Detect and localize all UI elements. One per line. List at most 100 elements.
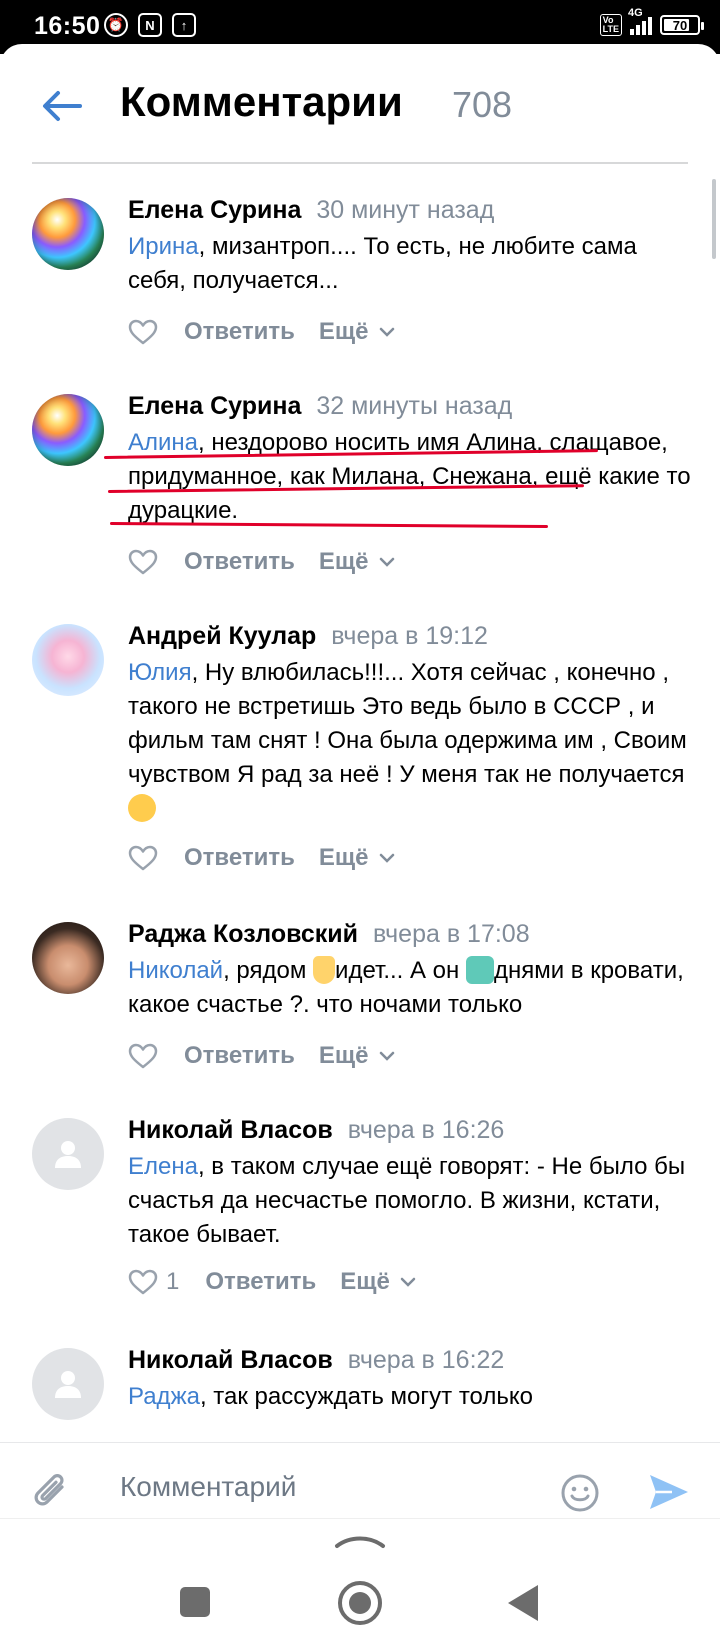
heart-icon	[128, 319, 158, 345]
more-button[interactable]: Ещё	[319, 1042, 395, 1070]
like-button[interactable]: 1	[128, 1268, 179, 1296]
comment-time[interactable]: вчера в 16:26	[348, 1116, 505, 1144]
comment-item: Николай Власов вчера в 16:26 Елена, в та…	[0, 1116, 720, 1316]
mention-link[interactable]: Алина	[128, 429, 198, 456]
comment-input[interactable]: Комментарий	[120, 1471, 296, 1503]
comment-text: Юлия, Ну влюбилась!!!... Хотя сейчас , к…	[128, 656, 698, 826]
reply-button[interactable]: Ответить	[184, 844, 295, 872]
comment-body: идет... А он	[335, 957, 466, 984]
status-notification-icons: ⏰ N ↑	[104, 13, 196, 37]
more-label: Ещё	[318, 318, 369, 345]
reply-button[interactable]: Ответить	[184, 1042, 295, 1070]
comment-time[interactable]: 32 минуты назад	[316, 392, 512, 420]
mention-link[interactable]: Юлия	[128, 659, 192, 686]
author-name[interactable]: Раджа Козловский	[128, 920, 358, 948]
upload-icon: ↑	[172, 13, 196, 37]
more-button[interactable]: Ещё	[319, 318, 395, 346]
system-back-button[interactable]	[508, 1585, 538, 1621]
send-icon[interactable]	[646, 1469, 692, 1515]
comment-count: 708	[452, 84, 513, 125]
avatar[interactable]	[32, 922, 104, 994]
avatar[interactable]	[32, 394, 104, 466]
comment-item: Николай Власов вчера в 16:22 Раджа, так …	[0, 1346, 720, 1442]
author-name[interactable]: Николай Власов	[128, 1346, 333, 1374]
comment-time[interactable]: вчера в 16:22	[348, 1346, 505, 1374]
reply-button[interactable]: Ответить	[205, 1268, 316, 1296]
heart-icon	[128, 1269, 158, 1295]
comment-actions: Ответить Ещё	[128, 844, 395, 872]
chevron-down-icon	[379, 853, 394, 863]
author-name[interactable]: Николай Власов	[128, 1116, 333, 1144]
comment-header: Андрей Куулар вчера в 19:12	[128, 622, 488, 651]
comment-header: Елена Сурина 30 минут назад	[128, 196, 494, 225]
user-placeholder-icon	[55, 1371, 81, 1398]
comment-body: , так рассуждать могут только	[199, 1383, 533, 1410]
comment-text: Елена, в таком случае ещё говорят: - Не …	[128, 1150, 698, 1252]
reply-button[interactable]: Ответить	[184, 548, 295, 576]
comments-list: Елена Сурина 30 минут назад Ирина, мизан…	[0, 164, 720, 1442]
emoji-smile-icon[interactable]	[560, 1473, 600, 1513]
user-placeholder-icon	[55, 1141, 81, 1168]
status-time: 16:50	[34, 12, 101, 40]
mention-link[interactable]: Елена	[128, 1153, 198, 1180]
comment-item: Раджа Козловский вчера в 17:08 Николай, …	[0, 920, 720, 1090]
comment-item: Елена Сурина 32 минуты назад Алина, незд…	[0, 392, 720, 582]
paperclip-icon[interactable]	[28, 1469, 76, 1517]
like-button[interactable]	[128, 549, 158, 575]
like-count: 1	[166, 1268, 180, 1295]
volte-icon: Vo LTE	[599, 14, 622, 36]
pointing-up-emoji-icon	[313, 956, 336, 984]
comment-text: Николай, рядом идет... А он днями в кров…	[128, 954, 698, 1022]
comment-header: Николай Власов вчера в 16:26	[128, 1116, 504, 1145]
mention-link[interactable]: Раджа	[128, 1383, 200, 1410]
heart-icon	[128, 845, 158, 871]
author-name[interactable]: Елена Сурина	[128, 392, 301, 420]
more-button[interactable]: Ещё	[340, 1268, 416, 1296]
chevron-down-icon	[379, 557, 394, 567]
comment-body: , рядом	[223, 957, 314, 984]
home-dot-icon	[349, 1592, 371, 1614]
chevron-up-icon[interactable]	[334, 1533, 386, 1549]
comment-time[interactable]: 30 минут назад	[316, 196, 494, 224]
like-button[interactable]	[128, 845, 158, 871]
more-label: Ещё	[318, 548, 369, 575]
mention-link[interactable]: Николай	[128, 957, 223, 984]
chevron-down-icon	[379, 327, 394, 337]
comment-body: , в таком случае ещё говорят: - Не было …	[128, 1153, 686, 1248]
author-name[interactable]: Андрей Куулар	[128, 622, 316, 650]
avatar[interactable]	[32, 624, 104, 696]
like-button[interactable]	[128, 1043, 158, 1069]
mention-link[interactable]: Ирина	[128, 233, 199, 260]
alarm-icon: ⏰	[104, 13, 128, 37]
comment-header: Николай Власов вчера в 16:22	[128, 1346, 504, 1375]
comment-actions: Ответить Ещё	[128, 318, 395, 346]
sad-face-emoji-icon	[128, 794, 156, 822]
author-name[interactable]: Елена Сурина	[128, 196, 301, 224]
reply-button[interactable]: Ответить	[184, 318, 295, 346]
comment-item: Елена Сурина 30 минут назад Ирина, мизан…	[0, 196, 720, 366]
comment-time[interactable]: вчера в 19:12	[331, 622, 488, 650]
comment-body: , нездорово носить имя Алина, слащавое, …	[128, 429, 691, 524]
page-title: Комментарии	[120, 78, 403, 125]
heart-icon	[128, 1043, 158, 1069]
comment-body: , Ну влюбилась!!!... Хотя сейчас , конеч…	[128, 659, 687, 788]
comment-time[interactable]: вчера в 17:08	[373, 920, 530, 948]
avatar[interactable]	[32, 1348, 104, 1420]
comment-header: Раджа Козловский вчера в 17:08	[128, 920, 530, 949]
like-button[interactable]	[128, 319, 158, 345]
more-button[interactable]: Ещё	[319, 844, 395, 872]
nfc-icon: N	[138, 13, 162, 37]
comments-sheet: Комментарии 708 Елена Сурина 30 минут на…	[0, 44, 720, 1650]
avatar[interactable]	[32, 198, 104, 270]
signal-icon: 4G	[628, 7, 652, 35]
home-button[interactable]	[338, 1581, 382, 1625]
recent-apps-button[interactable]	[180, 1587, 210, 1617]
person-shrugging-emoji-icon	[465, 956, 494, 984]
chevron-down-icon	[400, 1277, 416, 1287]
avatar[interactable]	[32, 1118, 104, 1190]
more-button[interactable]: Ещё	[319, 548, 395, 576]
battery-icon: 70	[660, 15, 704, 35]
heart-icon	[128, 549, 158, 575]
system-nav-bar	[0, 1518, 720, 1650]
back-button[interactable]	[38, 82, 86, 130]
